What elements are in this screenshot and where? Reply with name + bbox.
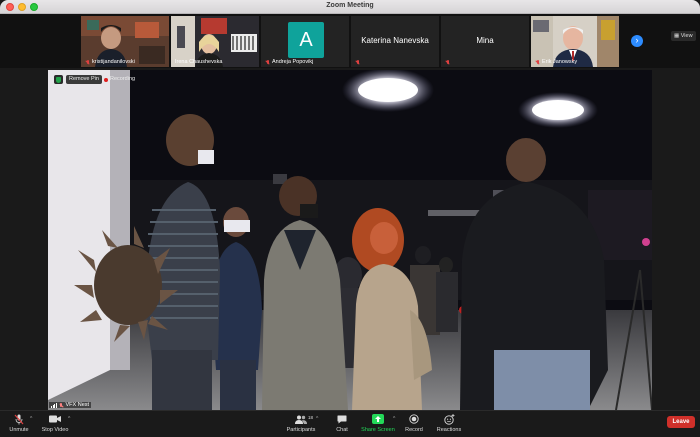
participant-name-label xyxy=(445,60,450,65)
view-button[interactable]: ▦ View xyxy=(671,31,696,41)
participants-count-badge: 18 xyxy=(308,415,314,420)
share-screen-icon xyxy=(360,413,396,425)
recording-indicator: Recording xyxy=(104,75,135,84)
record-button[interactable]: Record xyxy=(402,413,426,433)
shield-icon[interactable] xyxy=(54,75,63,84)
mic-muted-icon xyxy=(265,59,270,65)
participant-name-label xyxy=(355,60,360,65)
participant-tile[interactable]: Katerina Nanevska xyxy=(351,16,439,67)
main-video[interactable]: Remove Pin Recording VFX Nest xyxy=(48,70,652,410)
mic-muted-icon xyxy=(535,59,540,65)
grid-icon: ▦ xyxy=(674,33,681,39)
leave-button[interactable]: Leave xyxy=(667,416,695,428)
participant-name-label: Andreja Popovikj xyxy=(265,59,313,65)
mic-muted-icon xyxy=(445,60,450,65)
share-screen-button[interactable]: Share Screen xyxy=(360,413,396,433)
zoom-window: Zoom Meeting kristijandanilovski Irena C… xyxy=(0,0,700,437)
video-camera-icon xyxy=(40,413,70,425)
participant-name-label: kristijandanilovski xyxy=(85,59,135,65)
participant-tile[interactable]: Irena Chaushevska xyxy=(171,16,259,67)
main-video-name-label: VFX Nest xyxy=(49,402,92,408)
signal-strength-icon xyxy=(51,402,57,408)
chevron-right-icon[interactable]: › xyxy=(631,35,643,47)
recording-dot-icon xyxy=(104,77,108,82)
smiley-plus-icon xyxy=(434,413,464,425)
participant-avatar: A xyxy=(288,22,324,58)
participant-tile[interactable]: Erik Janowsky xyxy=(531,16,619,67)
share-options-caret-icon[interactable]: ^ xyxy=(393,416,395,422)
participant-tile[interactable]: kristijandanilovski xyxy=(81,16,169,67)
mic-muted-icon xyxy=(85,59,90,65)
record-icon xyxy=(402,413,426,425)
title-bar: Zoom Meeting xyxy=(0,0,700,14)
mic-muted-icon xyxy=(355,60,360,65)
participant-tile[interactable]: Mina xyxy=(441,16,529,67)
window-title: Zoom Meeting xyxy=(326,2,374,9)
reactions-button[interactable]: Reactions xyxy=(434,413,464,433)
gallery-strip: kristijandanilovski Irena Chaushevska A … xyxy=(0,14,700,68)
participants-options-caret-icon[interactable]: ^ xyxy=(316,416,318,422)
chat-icon xyxy=(332,413,352,425)
mic-muted-icon xyxy=(8,413,30,425)
participant-display-name: Katerina Nanevska xyxy=(361,36,429,45)
participant-name-label: Erik Janowsky xyxy=(535,59,577,65)
chat-button[interactable]: Chat xyxy=(332,413,352,433)
remove-pin-button[interactable]: Remove Pin xyxy=(66,75,102,84)
stop-video-button[interactable]: Stop Video xyxy=(40,413,70,433)
mic-icon xyxy=(59,402,64,408)
participant-tile[interactable]: A Andreja Popovikj xyxy=(261,16,349,67)
participant-display-name: Mina xyxy=(476,36,494,45)
unmute-button[interactable]: Unmute xyxy=(8,413,30,433)
meeting-toolbar: Unmute ^ Stop Video ^ Participants 18 ^ … xyxy=(0,410,700,437)
main-video-feed xyxy=(48,70,652,410)
participant-name-label: Irena Chaushevska xyxy=(175,59,223,65)
unmute-options-caret-icon[interactable]: ^ xyxy=(30,416,32,422)
video-options-caret-icon[interactable]: ^ xyxy=(68,416,70,422)
